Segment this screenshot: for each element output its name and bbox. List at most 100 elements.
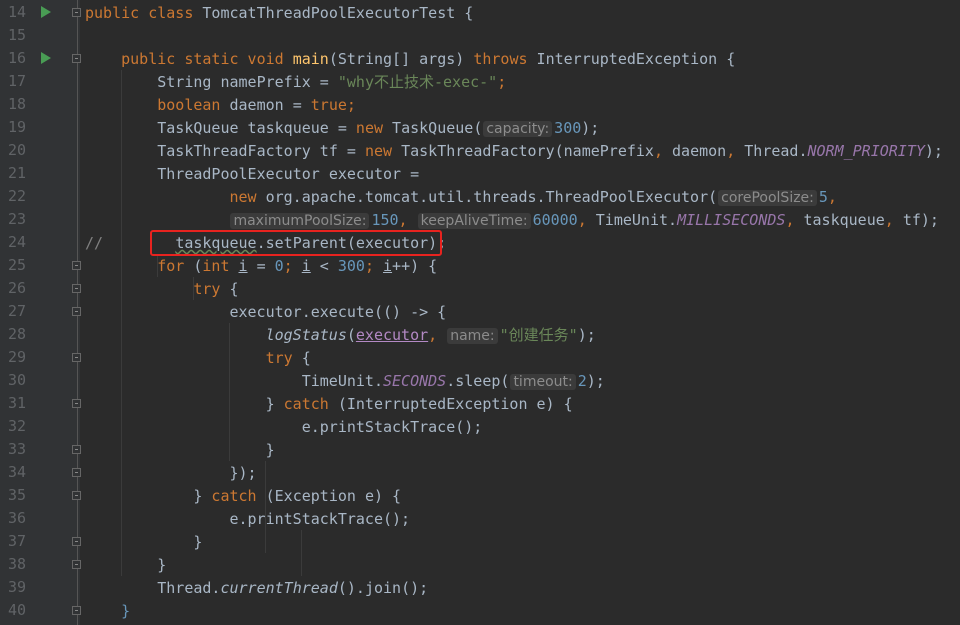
code-text: (String[] args) [328, 50, 474, 68]
keyword: true [310, 96, 347, 114]
keyword: new [229, 188, 266, 206]
line-number: 40 [7, 601, 26, 619]
line-number: 23 [7, 210, 26, 228]
code-text: (InterruptedException e) { [337, 395, 573, 413]
fold-collapse-icon[interactable] [72, 261, 81, 270]
code-text: Thread. [157, 579, 221, 597]
fold-end-icon[interactable] [72, 537, 81, 546]
code-text: (Exception e) { [265, 487, 402, 505]
code-text: } [265, 441, 275, 459]
line-number: 37 [7, 532, 26, 550]
number-literal: 2 [577, 372, 587, 390]
parameter-hint: capacity: [483, 121, 553, 137]
code-line[interactable]: String namePrefix = "why不止技术-exec-"; [157, 71, 506, 94]
code-line[interactable]: executor.execute(() -> { [229, 301, 446, 324]
keyword: , [577, 211, 596, 229]
line-number: 39 [7, 578, 26, 596]
code-line[interactable]: }); [229, 462, 256, 485]
code-line[interactable]: public static void main(String[] args) t… [121, 48, 735, 71]
fold-collapse-icon[interactable] [72, 353, 81, 362]
code-line[interactable]: } [266, 439, 275, 462]
brace: } [121, 602, 131, 620]
static-field: SECONDS [383, 372, 447, 390]
code-text: ++) { [392, 257, 438, 275]
code-line[interactable]: } catch (InterruptedException e) { [266, 393, 573, 416]
line-number: 25 [7, 256, 26, 274]
code-line[interactable]: } catch (Exception e) { [193, 485, 401, 508]
code-line[interactable]: } [157, 554, 166, 577]
static-field: NORM_PRIORITY [807, 142, 925, 160]
fold-collapse-icon[interactable] [72, 491, 81, 500]
keyword: new [364, 142, 402, 160]
code-line[interactable]: } [193, 531, 202, 554]
line-number: 38 [7, 555, 26, 573]
fold-end-icon[interactable] [72, 606, 81, 615]
static-field: MILLISECONDS [677, 211, 786, 229]
code-text: TaskQueue( [392, 119, 483, 137]
code-line[interactable]: e.printStackTrace(); [229, 508, 410, 531]
keyword: , [827, 188, 837, 206]
code-text: org.apache.tomcat.util.threads.ThreadPoo… [265, 188, 718, 206]
keyword: , [653, 142, 673, 160]
code-text: executor.execute(() -> { [229, 303, 447, 321]
code-line[interactable]: boolean daemon = true; [157, 94, 356, 117]
code-line[interactable]: for (int i = 0; i < 300; i++) { [157, 255, 437, 278]
line-number: 24 [7, 233, 26, 251]
code-line[interactable]: try { [193, 278, 238, 301]
code-line[interactable]: try { [266, 347, 311, 370]
parameter-hint: corePoolSize: [718, 190, 817, 206]
fold-collapse-icon[interactable] [72, 284, 81, 293]
fold-end-icon[interactable] [72, 468, 81, 477]
code-line[interactable]: maximumPoolSize: 150, keepAliveTime: 60000… [229, 209, 939, 232]
code-text: ( [346, 326, 356, 344]
line-number: 16 [7, 49, 26, 67]
line-number: 30 [7, 371, 26, 389]
fold-end-icon[interactable] [72, 560, 81, 569]
code-text: TimeUnit. [595, 211, 678, 229]
keyword: , [785, 211, 804, 229]
code-line[interactable]: TimeUnit.SECONDS.sleep(timeout: 2); [302, 370, 605, 393]
code-line[interactable]: } [121, 600, 130, 623]
fold-collapse-icon[interactable] [72, 8, 81, 17]
keyword: ; [346, 96, 356, 114]
fold-end-icon[interactable] [72, 399, 81, 408]
line-number: 14 [7, 3, 26, 21]
code-line[interactable]: TaskQueue taskqueue = new TaskQueue(capa… [157, 117, 599, 140]
keyword: , [726, 142, 745, 160]
fold-collapse-icon[interactable] [72, 54, 81, 63]
code-line[interactable]: ThreadPoolExecutor executor = [157, 163, 419, 186]
code-line[interactable]: TaskThreadFactory tf = new TaskThreadFac… [157, 140, 943, 163]
editor-gutter: 14 15 16 17 18 19 20 21 22 23 24 25 26 27 28 29 30 31 32 33… [0, 0, 80, 625]
fold-collapse-icon[interactable] [72, 307, 81, 316]
parameter-hint: maximumPoolSize: [230, 213, 370, 229]
run-icon[interactable] [41, 6, 51, 18]
highlight-box [150, 230, 442, 256]
code-text: ThreadPoolExecutor executor = [157, 165, 420, 183]
code-text: e.printStackTrace(); [301, 418, 483, 436]
line-number: 36 [7, 509, 26, 527]
line-number: 21 [7, 164, 26, 182]
static-method-call: currentThread [220, 579, 338, 597]
keyword: boolean [157, 96, 230, 114]
keyword: new [355, 119, 393, 137]
code-text: InterruptedException { [536, 50, 736, 68]
number-literal: 300 [554, 119, 582, 137]
line-number: 33 [7, 440, 26, 458]
code-text: daemon = [229, 96, 311, 114]
code-text: TaskQueue taskqueue = [157, 119, 356, 137]
code-text: = [247, 257, 275, 275]
code-line[interactable]: logStatus(executor, name: "创建任务"); [266, 324, 596, 347]
keyword: try [265, 349, 302, 367]
captured-variable: executor [355, 326, 429, 344]
run-icon[interactable] [41, 52, 51, 64]
code-text: TaskThreadFactory tf = [157, 142, 365, 160]
code-text: } [265, 395, 284, 413]
fold-end-icon[interactable] [72, 445, 81, 454]
code-line[interactable]: public class TomcatThreadPoolExecutorTes… [85, 2, 473, 25]
line-number: 31 [7, 394, 26, 412]
code-line[interactable]: new org.apache.tomcat.util.threads.Threa… [229, 186, 837, 209]
code-line[interactable]: e.printStackTrace(); [302, 416, 483, 439]
number-literal: 0 [274, 257, 284, 275]
code-text: e.printStackTrace(); [229, 510, 411, 528]
code-line[interactable]: Thread.currentThread().join(); [157, 577, 428, 600]
